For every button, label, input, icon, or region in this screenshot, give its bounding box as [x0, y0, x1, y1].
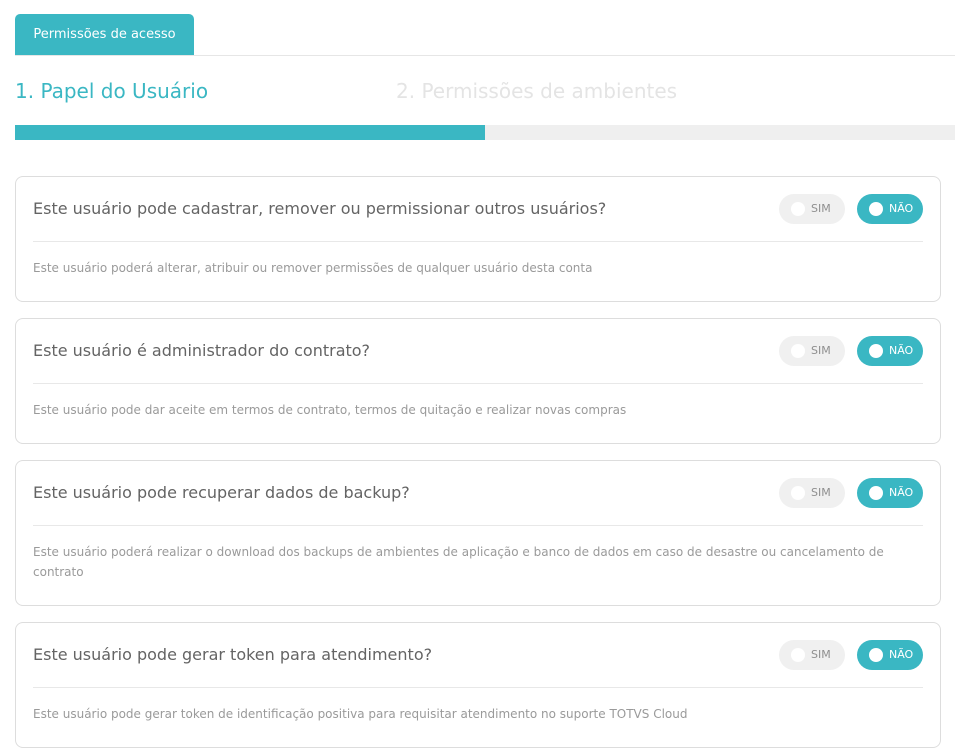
permission-question: Este usuário pode recuperar dados de bac… — [33, 483, 410, 502]
yes-no-toggle-group: SIM NÃO — [779, 336, 923, 366]
toggle-knob-icon — [869, 202, 883, 216]
permission-card-support-token: Este usuário pode gerar token para atend… — [15, 622, 941, 748]
tab-bar: Permissões de acesso — [15, 14, 955, 56]
permission-card-header: Este usuário é administrador do contrato… — [33, 319, 923, 384]
no-toggle-label: NÃO — [889, 202, 914, 215]
no-toggle-label: NÃO — [889, 344, 914, 357]
permission-question: Este usuário pode gerar token para atend… — [33, 645, 433, 664]
yes-no-toggle-group: SIM NÃO — [779, 478, 923, 508]
yes-toggle-label: SIM — [811, 648, 831, 661]
tab-access-permissions[interactable]: Permissões de acesso — [15, 14, 194, 55]
wizard-progress-bar — [15, 125, 955, 140]
permission-card-header: Este usuário pode recuperar dados de bac… — [33, 461, 923, 526]
permission-description: Este usuário poderá realizar o download … — [33, 545, 884, 579]
permission-description: Este usuário pode dar aceite em termos d… — [33, 403, 627, 417]
yes-toggle-button[interactable]: SIM — [779, 478, 845, 508]
yes-toggle-label: SIM — [811, 202, 831, 215]
toggle-knob-icon — [791, 486, 805, 500]
permission-card-header: Este usuário pode gerar token para atend… — [33, 623, 923, 688]
toggle-knob-icon — [791, 344, 805, 358]
wizard-progress-fill — [15, 125, 485, 140]
step-environment-permissions[interactable]: 2. Permissões de ambientes — [396, 76, 677, 106]
permission-question: Este usuário pode cadastrar, remover ou … — [33, 199, 607, 218]
yes-toggle-button[interactable]: SIM — [779, 336, 845, 366]
permission-question: Este usuário é administrador do contrato… — [33, 341, 371, 360]
yes-toggle-button[interactable]: SIM — [779, 640, 845, 670]
permission-description: Este usuário pode gerar token de identif… — [33, 707, 688, 721]
no-toggle-button[interactable]: NÃO — [857, 478, 923, 508]
toggle-knob-icon — [869, 344, 883, 358]
yes-toggle-button[interactable]: SIM — [779, 194, 845, 224]
permission-card-contract-admin: Este usuário é administrador do contrato… — [15, 318, 941, 444]
toggle-knob-icon — [869, 486, 883, 500]
no-toggle-button[interactable]: NÃO — [857, 640, 923, 670]
no-toggle-button[interactable]: NÃO — [857, 336, 923, 366]
toggle-knob-icon — [869, 648, 883, 662]
permission-card-manage-users: Este usuário pode cadastrar, remover ou … — [15, 176, 941, 302]
yes-toggle-label: SIM — [811, 344, 831, 357]
wizard-steps: 1. Papel do Usuário 2. Permissões de amb… — [15, 76, 955, 106]
permission-card-header: Este usuário pode cadastrar, remover ou … — [33, 177, 923, 242]
no-toggle-label: NÃO — [889, 648, 914, 661]
step-user-role[interactable]: 1. Papel do Usuário — [15, 76, 208, 106]
toggle-knob-icon — [791, 202, 805, 216]
permission-description: Este usuário poderá alterar, atribuir ou… — [33, 261, 593, 275]
yes-no-toggle-group: SIM NÃO — [779, 640, 923, 670]
toggle-knob-icon — [791, 648, 805, 662]
yes-toggle-label: SIM — [811, 486, 831, 499]
permission-card-backup-recovery: Este usuário pode recuperar dados de bac… — [15, 460, 941, 606]
no-toggle-button[interactable]: NÃO — [857, 194, 923, 224]
yes-no-toggle-group: SIM NÃO — [779, 194, 923, 224]
no-toggle-label: NÃO — [889, 486, 914, 499]
